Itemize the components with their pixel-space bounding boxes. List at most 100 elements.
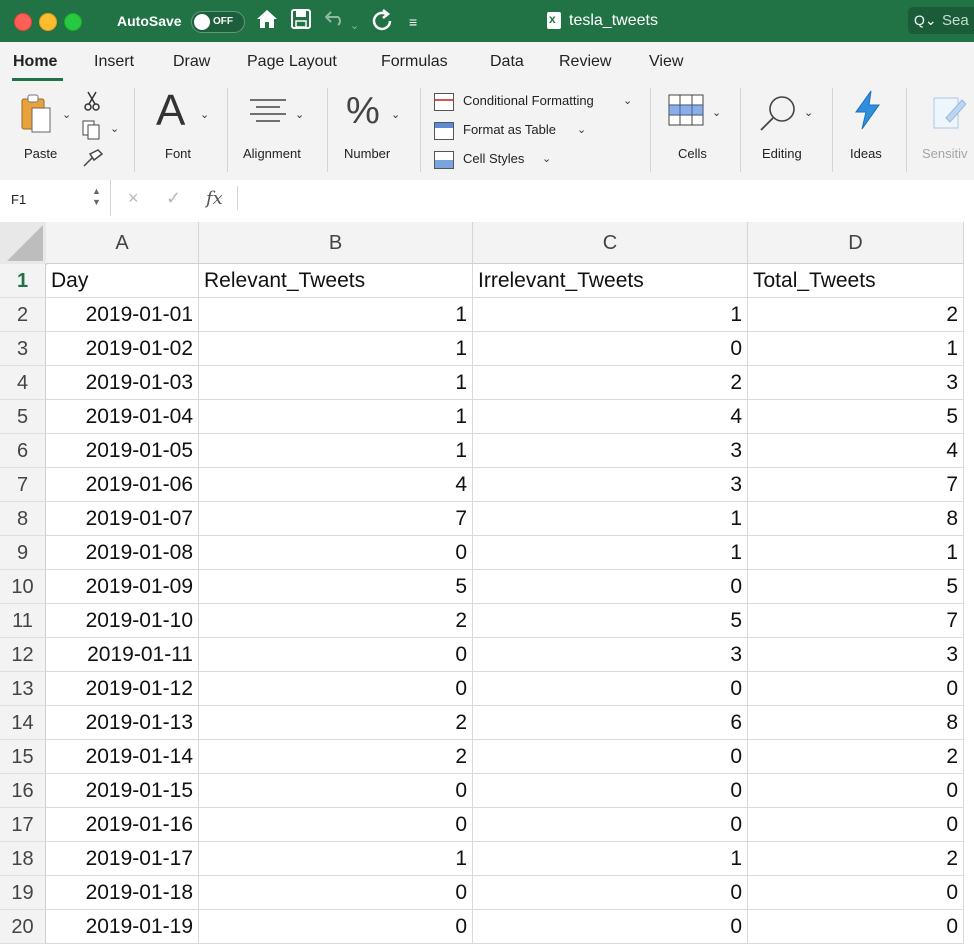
row-header[interactable]: 13 <box>0 672 46 706</box>
column-header-a[interactable]: A <box>46 222 199 264</box>
row-header[interactable]: 1 <box>0 264 46 298</box>
save-icon[interactable] <box>291 9 311 34</box>
enter-icon[interactable]: ✓ <box>166 188 181 209</box>
font-button[interactable]: A ⌄ Font <box>150 86 216 162</box>
row-header[interactable]: 11 <box>0 604 46 638</box>
column-header-d[interactable]: D <box>748 222 964 264</box>
cell[interactable]: 2 <box>748 298 964 332</box>
select-all-button[interactable] <box>0 222 47 265</box>
cell[interactable]: Total_Tweets <box>748 264 964 298</box>
row-header[interactable]: 4 <box>0 366 46 400</box>
row-header[interactable]: 3 <box>0 332 46 366</box>
cell[interactable]: 4 <box>199 468 473 502</box>
cell[interactable]: 6 <box>473 706 748 740</box>
cell[interactable]: 2019-01-01 <box>46 298 199 332</box>
cell[interactable]: 0 <box>473 774 748 808</box>
copy-icon[interactable] <box>82 120 102 140</box>
tab-review[interactable]: Review <box>559 53 611 71</box>
search-box[interactable]: Q⌄ Sea <box>908 7 974 34</box>
cell[interactable]: 2019-01-02 <box>46 332 199 366</box>
tab-page-layout[interactable]: Page Layout <box>247 53 337 71</box>
row-header[interactable]: 15 <box>0 740 46 774</box>
home-icon[interactable] <box>256 9 278 34</box>
cell[interactable]: 0 <box>199 876 473 910</box>
cell[interactable]: 2 <box>199 604 473 638</box>
cell[interactable]: Relevant_Tweets <box>199 264 473 298</box>
cell[interactable]: 3 <box>748 638 964 672</box>
cell[interactable]: 0 <box>199 910 473 944</box>
cell[interactable]: 0 <box>748 672 964 706</box>
cell[interactable]: 0 <box>748 910 964 944</box>
cell[interactable]: 0 <box>199 808 473 842</box>
cell[interactable]: 2019-01-12 <box>46 672 199 706</box>
paste-button[interactable]: ⌄ Paste <box>14 90 74 162</box>
cell[interactable]: 7 <box>199 502 473 536</box>
cell[interactable]: 0 <box>748 774 964 808</box>
cell[interactable]: 2019-01-06 <box>46 468 199 502</box>
cell[interactable]: 0 <box>199 672 473 706</box>
cell[interactable]: 7 <box>748 604 964 638</box>
row-header[interactable]: 18 <box>0 842 46 876</box>
cell[interactable]: 1 <box>748 332 964 366</box>
tab-view[interactable]: View <box>649 53 683 71</box>
cell[interactable]: 0 <box>748 876 964 910</box>
autosave-toggle[interactable]: OFF <box>191 11 245 33</box>
cell[interactable]: 0 <box>473 808 748 842</box>
cell[interactable]: 5 <box>199 570 473 604</box>
cells-button[interactable]: ⌄ Cells <box>662 88 732 162</box>
cell[interactable]: 2019-01-07 <box>46 502 199 536</box>
redo-icon[interactable] <box>371 9 393 36</box>
cell[interactable]: 2 <box>473 366 748 400</box>
minimize-window-button[interactable] <box>39 13 57 31</box>
undo-dropdown-icon[interactable]: ⌄ <box>350 15 359 37</box>
row-header[interactable]: 14 <box>0 706 46 740</box>
row-header[interactable]: 16 <box>0 774 46 808</box>
zoom-window-button[interactable] <box>64 13 82 31</box>
cell[interactable]: 2019-01-13 <box>46 706 199 740</box>
cell[interactable]: 0 <box>748 808 964 842</box>
cell[interactable]: 1 <box>748 536 964 570</box>
row-header[interactable]: 19 <box>0 876 46 910</box>
customize-toolbar-icon[interactable]: ≡ <box>409 11 417 33</box>
cell[interactable]: 1 <box>199 332 473 366</box>
number-button[interactable]: % ⌄ Number <box>338 88 408 162</box>
row-header[interactable]: 5 <box>0 400 46 434</box>
copy-dropdown-icon[interactable]: ⌄ <box>110 122 119 135</box>
format-painter-icon[interactable] <box>82 148 104 168</box>
alignment-button[interactable]: ⌄ Alignment <box>238 88 318 162</box>
cell[interactable]: 2019-01-16 <box>46 808 199 842</box>
ideas-button[interactable]: Ideas <box>840 88 896 162</box>
cell[interactable]: 2019-01-05 <box>46 434 199 468</box>
row-header[interactable]: 9 <box>0 536 46 570</box>
cell[interactable]: 4 <box>473 400 748 434</box>
cell[interactable]: 4 <box>748 434 964 468</box>
row-header[interactable]: 12 <box>0 638 46 672</box>
cell[interactable]: Irrelevant_Tweets <box>473 264 748 298</box>
cell[interactable]: 2019-01-03 <box>46 366 199 400</box>
cell[interactable]: 1 <box>473 536 748 570</box>
cell[interactable]: 0 <box>473 672 748 706</box>
cell[interactable]: 2 <box>199 706 473 740</box>
cut-icon[interactable] <box>84 91 100 111</box>
cell[interactable]: 2019-01-10 <box>46 604 199 638</box>
cell[interactable]: 0 <box>473 570 748 604</box>
cell[interactable]: 1 <box>199 842 473 876</box>
cell[interactable]: 5 <box>748 570 964 604</box>
row-header[interactable]: 10 <box>0 570 46 604</box>
row-header[interactable]: 7 <box>0 468 46 502</box>
cell[interactable]: 0 <box>199 774 473 808</box>
undo-icon[interactable] <box>324 9 345 31</box>
cell[interactable]: 3 <box>748 366 964 400</box>
tab-insert[interactable]: Insert <box>94 53 134 71</box>
cell[interactable]: 2019-01-18 <box>46 876 199 910</box>
cell[interactable]: 1 <box>473 298 748 332</box>
editing-button[interactable]: ⌄ Editing <box>752 88 824 162</box>
cell[interactable]: 2 <box>748 842 964 876</box>
column-header-b[interactable]: B <box>199 222 473 264</box>
sensitivity-button[interactable]: Sensitiv <box>920 88 974 162</box>
cell[interactable]: 2019-01-17 <box>46 842 199 876</box>
cell[interactable]: 2019-01-14 <box>46 740 199 774</box>
cell[interactable]: 2019-01-11 <box>46 638 199 672</box>
row-header[interactable]: 20 <box>0 910 46 944</box>
cell[interactable]: 1 <box>199 400 473 434</box>
